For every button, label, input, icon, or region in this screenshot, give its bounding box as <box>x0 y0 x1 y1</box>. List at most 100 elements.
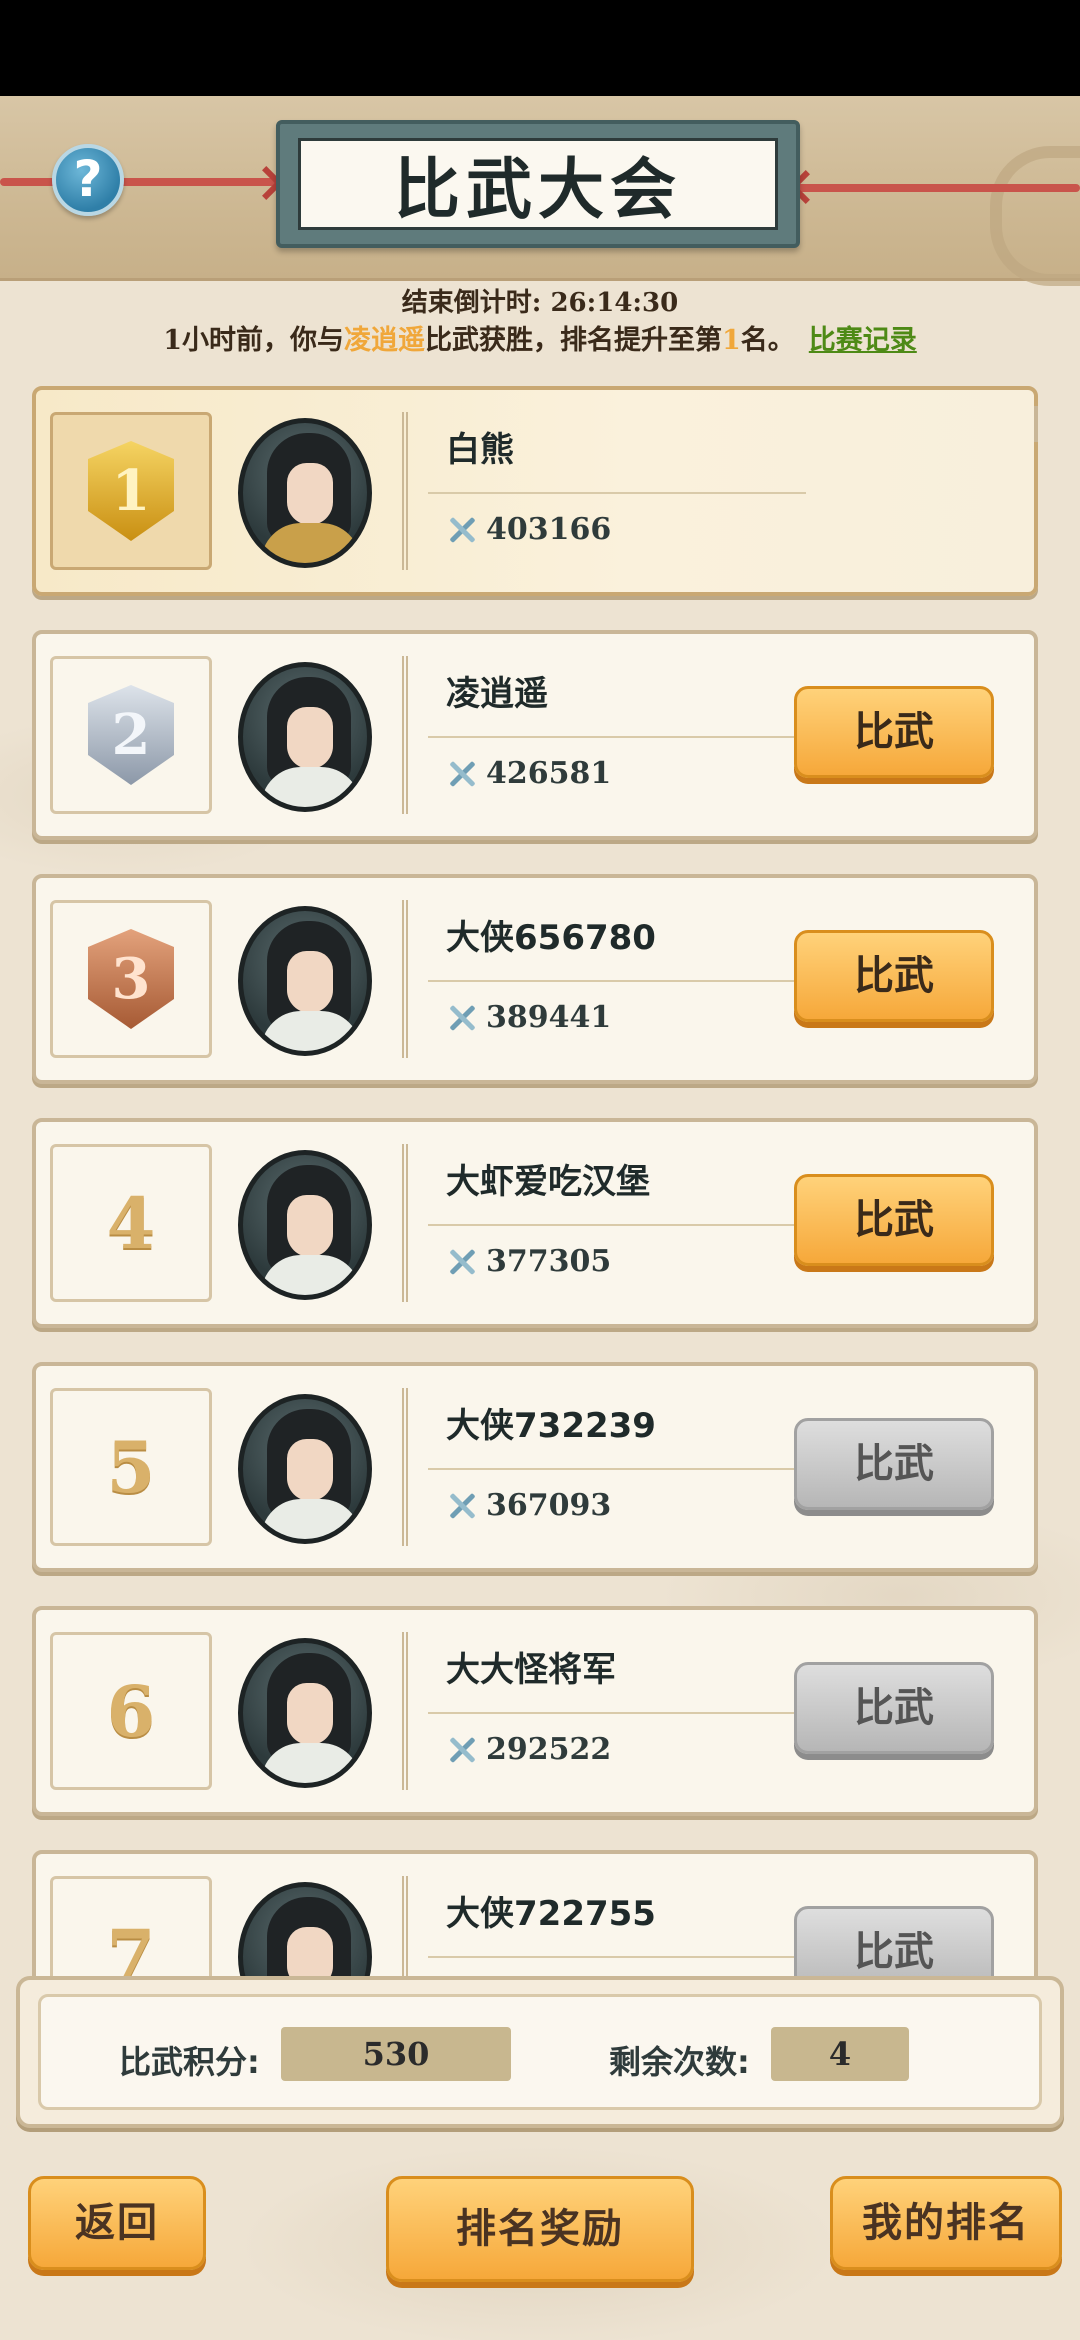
crossed-swords-icon <box>446 1490 478 1522</box>
player-info: 白熊 403166 <box>402 412 806 570</box>
rank-box: 3 <box>50 900 212 1058</box>
rank-number: 5 <box>106 1425 156 1509</box>
player-info: 大大怪将军 292522 <box>402 1632 806 1790</box>
rope-decoration-right <box>770 184 1080 192</box>
header-band: ? 比武大会 <box>0 96 1080 286</box>
challenge-button[interactable]: 比武 <box>794 930 994 1022</box>
question-icon: ? <box>73 150 103 208</box>
player-name: 大侠656780 <box>446 918 656 958</box>
title-plaque: 比武大会 <box>276 120 800 248</box>
status-bar <box>0 0 1080 96</box>
scroll-edge-decoration <box>1024 1138 1038 1174</box>
player-info: 大侠656780 389441 <box>402 900 806 1058</box>
combat-power: 403166 <box>446 512 611 547</box>
remaining-label: 剩余次数: <box>609 2043 750 2081</box>
combat-power: 426581 <box>446 756 611 791</box>
combat-power: 292522 <box>446 1732 611 1767</box>
player-name: 大侠722755 <box>446 1894 656 1934</box>
avatar[interactable] <box>238 418 372 568</box>
ranking-row: 3 大侠656780 389441 比武 <box>32 874 1038 1084</box>
ranking-list[interactable]: 1 白熊 403166 2 凌逍遥 426581 比武 3 大侠656780 3… <box>0 386 1080 2056</box>
crossed-swords-icon <box>446 758 478 790</box>
challenge-button[interactable]: 比武 <box>794 686 994 778</box>
challenge-button[interactable]: 比武 <box>794 1174 994 1266</box>
title-frame: 比武大会 <box>298 138 778 230</box>
crossed-swords-icon <box>446 1246 478 1278</box>
ranking-row: 6 大大怪将军 292522 比武 <box>32 1606 1038 1816</box>
power-value: 389441 <box>486 1000 612 1035</box>
face <box>287 463 333 525</box>
scroll-edge-decoration <box>1024 1626 1038 1662</box>
rank-box: 4 <box>50 1144 212 1302</box>
player-info: 凌逍遥 426581 <box>402 656 806 814</box>
rank-number: 6 <box>106 1669 156 1753</box>
face <box>287 1195 333 1257</box>
face <box>287 707 333 769</box>
rank-rewards-button[interactable]: 排名奖励 <box>386 2176 694 2282</box>
arena-screen: ? 比武大会 结束倒计时: 26:14:30 1小时前，你与凌逍遥比武获胜，排名… <box>0 96 1080 2340</box>
crossed-swords-icon <box>446 1002 478 1034</box>
notice-rank: 1 <box>722 325 741 356</box>
countdown-label: 结束倒计时: <box>401 288 542 318</box>
rank-box: 1 <box>50 412 212 570</box>
player-name: 凌逍遥 <box>446 674 548 714</box>
power-value: 292522 <box>486 1732 612 1767</box>
back-button[interactable]: 返回 <box>28 2176 206 2270</box>
scroll-edge-decoration <box>1024 1382 1038 1418</box>
face <box>287 1439 333 1501</box>
avatar[interactable] <box>238 1150 372 1300</box>
player-name: 大虾爱吃汉堡 <box>446 1162 650 1202</box>
challenge-button-disabled[interactable]: 比武 <box>794 1418 994 1510</box>
score-label: 比武积分: <box>119 2043 260 2081</box>
avatar[interactable] <box>238 662 372 812</box>
page-title: 比武大会 <box>394 151 682 228</box>
power-value: 367093 <box>486 1488 612 1523</box>
stats-panel: 比武积分: 530 剩余次数: 4 <box>16 1976 1064 2128</box>
combat-power: 367093 <box>446 1488 611 1523</box>
remaining-value: 4 <box>771 2027 909 2081</box>
help-button[interactable]: ? <box>52 144 124 216</box>
rope-decoration-left <box>0 178 300 186</box>
rank-number: 2 <box>111 702 151 768</box>
player-info: 大侠732239 367093 <box>402 1388 806 1546</box>
rank-number: 1 <box>111 458 151 524</box>
power-value: 426581 <box>486 756 612 791</box>
player-name: 大侠732239 <box>446 1406 656 1446</box>
rank-box: 2 <box>50 656 212 814</box>
challenge-button-disabled[interactable]: 比武 <box>794 1662 994 1754</box>
battle-notice: 1小时前，你与凌逍遥比武获胜，排名提升至第1名。 比赛记录 <box>0 318 1080 357</box>
ranking-row: 4 大虾爱吃汉堡 377305 比武 <box>32 1118 1038 1328</box>
crossed-swords-icon <box>446 514 478 546</box>
notice-middle: 比武获胜，排名提升至第 <box>425 325 722 356</box>
avatar[interactable] <box>238 1394 372 1544</box>
rank-number: 4 <box>106 1181 156 1265</box>
scroll-edge-decoration <box>1024 650 1038 686</box>
crossed-swords-icon <box>446 1734 478 1766</box>
ranking-row: 1 白熊 403166 <box>32 386 1038 596</box>
score-value: 530 <box>281 2027 511 2081</box>
cloud-decoration <box>990 146 1080 286</box>
bronze-medal-icon: 3 <box>88 929 174 1029</box>
scroll-edge-decoration <box>1024 894 1038 930</box>
avatar[interactable] <box>238 906 372 1056</box>
face <box>287 951 333 1013</box>
rank-box: 6 <box>50 1632 212 1790</box>
match-record-link[interactable]: 比赛记录 <box>809 325 917 356</box>
rank-box: 5 <box>50 1388 212 1546</box>
countdown-value: 26:14:30 <box>550 288 679 318</box>
power-value: 403166 <box>486 512 612 547</box>
rank-number: 3 <box>111 946 151 1012</box>
ranking-row: 5 大侠732239 367093 比武 <box>32 1362 1038 1572</box>
player-info: 大虾爱吃汉堡 377305 <box>402 1144 806 1302</box>
player-name: 大大怪将军 <box>446 1650 616 1690</box>
player-name: 白熊 <box>446 430 514 470</box>
notice-prefix: 1小时前，你与 <box>163 325 344 356</box>
face <box>287 1683 333 1745</box>
stats-inner: 比武积分: 530 剩余次数: 4 <box>38 1994 1042 2110</box>
combat-power: 389441 <box>446 1000 611 1035</box>
avatar[interactable] <box>238 1638 372 1788</box>
notice-suffix: 名。 <box>740 325 795 356</box>
silver-medal-icon: 2 <box>88 685 174 785</box>
my-rank-button[interactable]: 我的排名 <box>830 2176 1062 2270</box>
gold-medal-icon: 1 <box>88 441 174 541</box>
